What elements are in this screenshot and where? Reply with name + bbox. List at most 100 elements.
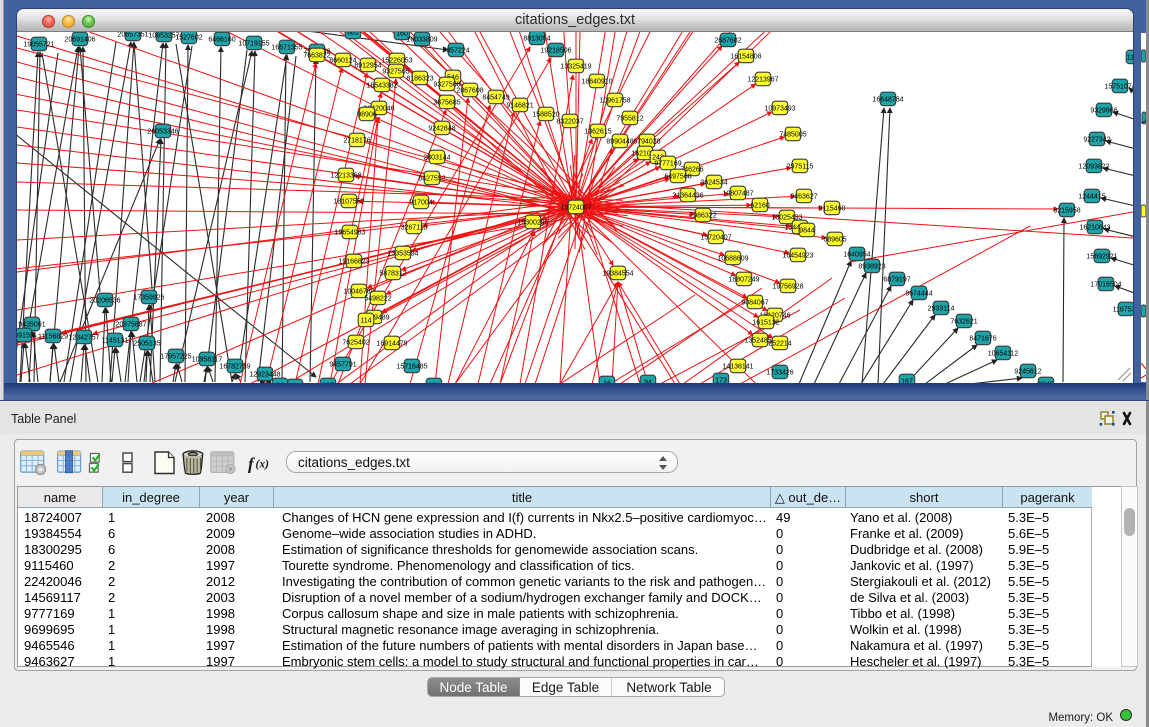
svg-text:2718176: 2718176 <box>343 137 370 144</box>
svg-text:62160: 62160 <box>750 202 770 209</box>
svg-text:16914479: 16914479 <box>376 340 407 347</box>
svg-text:6794028: 6794028 <box>633 138 660 145</box>
svg-text:7663822: 7663822 <box>303 52 330 59</box>
svg-text:9327505: 9327505 <box>382 68 409 75</box>
svg-text:10654112: 10654112 <box>988 350 1019 357</box>
svg-text:5498222: 5498222 <box>364 295 391 302</box>
svg-text:17957225: 17957225 <box>160 353 191 360</box>
svg-text:12213369: 12213369 <box>330 172 361 179</box>
svg-text:917004: 917004 <box>409 199 432 206</box>
svg-text:16782759: 16782759 <box>219 363 250 370</box>
svg-text:9084067: 9084067 <box>741 299 768 306</box>
svg-text:8813054: 8813054 <box>523 35 550 42</box>
svg-text:12342757: 12342757 <box>68 334 99 341</box>
svg-text:8322037: 8322037 <box>556 118 583 125</box>
svg-text:16543382: 16543382 <box>366 82 397 89</box>
svg-text:1640954: 1640954 <box>843 251 870 258</box>
svg-text:2867608: 2867608 <box>456 87 483 94</box>
svg-text:10973493: 10973493 <box>764 105 795 112</box>
svg-text:10807487: 10807487 <box>722 190 753 197</box>
svg-text:2933114: 2933114 <box>928 305 955 312</box>
svg-text:9329966: 9329966 <box>1090 107 1117 114</box>
svg-text:8990448: 8990448 <box>606 138 633 145</box>
svg-text:1145131: 1145131 <box>102 337 129 344</box>
svg-text:9146821: 9146821 <box>506 102 533 109</box>
svg-text:7625402: 7625402 <box>342 339 369 346</box>
svg-text:8454749: 8454749 <box>482 94 509 101</box>
svg-text:6497568: 6497568 <box>664 173 691 180</box>
svg-text:18807249: 18807249 <box>728 276 759 283</box>
svg-text:9457791: 9457791 <box>329 361 356 368</box>
svg-text:12213967: 12213967 <box>747 76 778 83</box>
svg-text:7357224: 7357224 <box>442 47 469 54</box>
svg-text:8660124: 8660124 <box>329 57 356 64</box>
svg-text:15716485: 15716485 <box>396 363 427 370</box>
svg-text:114: 114 <box>360 317 371 324</box>
svg-text:13325419: 13325419 <box>560 63 591 70</box>
svg-text:252214: 252214 <box>768 340 791 347</box>
svg-text:8912954: 8912954 <box>354 62 381 69</box>
svg-text:21364436: 21364436 <box>672 192 703 199</box>
svg-text:2803144: 2803144 <box>423 154 450 161</box>
svg-text:7632621: 7632621 <box>950 318 977 325</box>
svg-text:15226053: 15226053 <box>381 57 412 64</box>
svg-text:7485005: 7485005 <box>779 131 806 138</box>
svg-text:8427552: 8427552 <box>418 175 445 182</box>
svg-text:16154808: 16154808 <box>730 53 761 60</box>
svg-text:10719155: 10719155 <box>238 40 269 47</box>
svg-text:15751074: 15751074 <box>1104 83 1133 90</box>
svg-text:39159: 39159 <box>17 332 34 339</box>
svg-text:5878312: 5878312 <box>379 270 406 277</box>
svg-text:1167533: 1167533 <box>1113 306 1133 313</box>
svg-text:20691406: 20691406 <box>64 36 95 43</box>
svg-text:1244415: 1244415 <box>1078 193 1105 200</box>
svg-text:16671355: 16671355 <box>271 44 302 51</box>
svg-text:14136141: 14136141 <box>722 363 753 370</box>
svg-text:11156829: 11156829 <box>38 333 68 340</box>
svg-text:19166823: 19166823 <box>338 258 369 265</box>
svg-text:9245612: 9245612 <box>1014 368 1041 375</box>
svg-text:12093822: 12093822 <box>1078 163 1109 170</box>
svg-text:9674444: 9674444 <box>905 290 932 297</box>
svg-text:19055721: 19055721 <box>23 41 54 48</box>
svg-text:7986322: 7986322 <box>689 212 716 219</box>
svg-text:19384554: 19384554 <box>602 270 633 277</box>
svg-text:1362615: 1362615 <box>584 128 611 135</box>
svg-text:6879197: 6879197 <box>883 276 910 283</box>
svg-text:18724007: 18724007 <box>560 204 591 211</box>
svg-text:10958117: 10958117 <box>192 356 223 363</box>
svg-text:(x): (x) <box>256 459 270 471</box>
svg-text:1117: 1117 <box>1127 54 1133 61</box>
svg-text:26053346: 26053346 <box>147 128 178 135</box>
svg-text:2975115: 2975115 <box>787 163 814 170</box>
svg-text:8938923: 8938923 <box>858 263 885 270</box>
svg-text:9227342: 9227342 <box>1083 136 1110 143</box>
svg-text:16454923: 16454923 <box>782 252 813 259</box>
svg-text:20975887: 20975887 <box>115 321 146 328</box>
svg-text:8215958: 8215958 <box>1053 207 1080 214</box>
svg-text:17016504: 17016504 <box>1090 281 1121 288</box>
svg-text:15692921: 15692921 <box>1086 253 1117 260</box>
svg-text:16648784: 16648784 <box>872 96 903 103</box>
svg-text:3267110: 3267110 <box>401 224 428 231</box>
svg-text:881: 881 <box>347 32 359 36</box>
svg-text:9115460: 9115460 <box>819 205 846 212</box>
svg-text:689605: 689605 <box>823 236 846 243</box>
svg-text:8471676: 8471676 <box>969 335 996 342</box>
svg-text:7955812: 7955812 <box>616 115 643 122</box>
svg-text:16210643: 16210643 <box>1079 224 1110 231</box>
svg-text:17359926: 17359926 <box>133 294 164 301</box>
svg-text:98906: 98906 <box>357 111 377 118</box>
svg-text:13353594: 13353594 <box>387 250 418 257</box>
svg-text:2505135: 2505135 <box>133 340 160 347</box>
svg-text:6466160: 6466160 <box>208 36 235 43</box>
svg-text:3875685: 3875685 <box>433 99 460 106</box>
svg-text:15720407: 15720407 <box>700 234 731 241</box>
svg-text:1733426: 1733426 <box>766 369 793 376</box>
svg-text:18107552: 18107552 <box>333 198 364 205</box>
svg-text:18640910: 18640910 <box>581 78 612 85</box>
svg-text:16033809: 16033809 <box>406 36 437 43</box>
svg-text:10961758: 10961758 <box>599 97 630 104</box>
svg-text:2687682: 2687682 <box>714 37 741 44</box>
svg-text:1588520: 1588520 <box>532 111 559 118</box>
